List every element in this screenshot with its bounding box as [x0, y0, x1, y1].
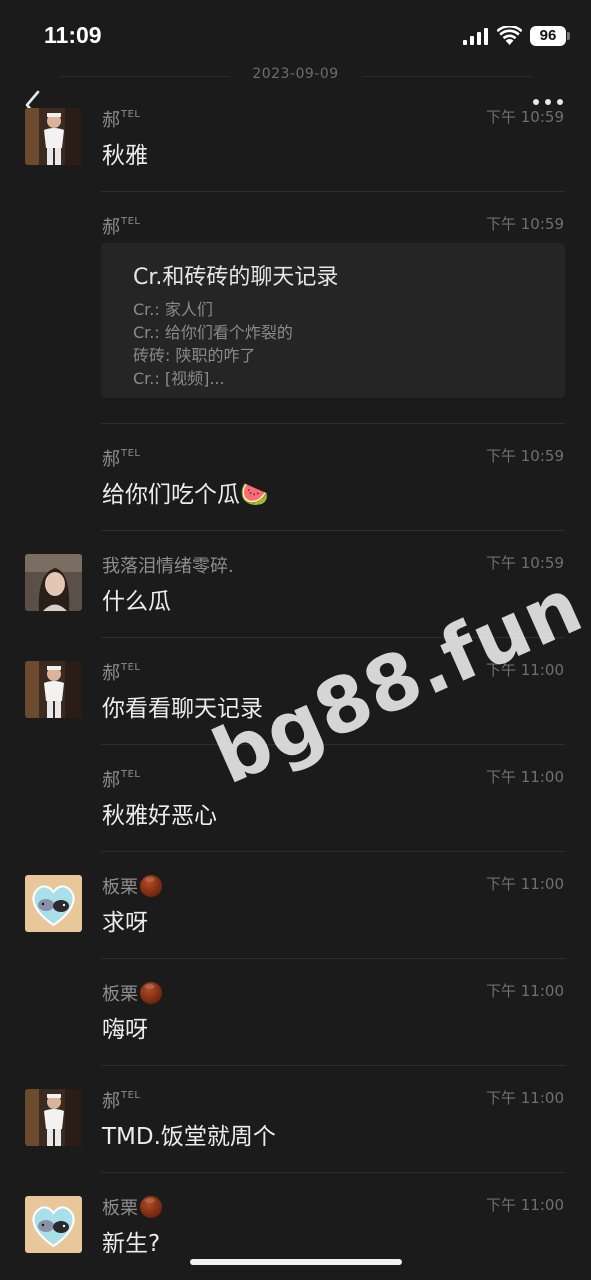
divider: [101, 958, 565, 959]
cellular-signal-icon: [463, 28, 488, 45]
battery-cap: [567, 32, 570, 40]
chat-record-line: Cr.: [视频]...: [133, 369, 225, 388]
sender-name: 郝TEL: [102, 216, 141, 238]
divider: [101, 851, 565, 852]
divider: [101, 530, 565, 531]
avatar[interactable]: [25, 661, 82, 718]
message-text: 什么瓜: [102, 589, 171, 615]
home-indicator[interactable]: [190, 1259, 402, 1265]
date-separator: 2023-09-09: [0, 66, 591, 86]
sender-name: 郝TEL: [102, 662, 141, 684]
message-text: 求呀: [102, 910, 148, 936]
chestnut-icon: [140, 982, 162, 1004]
avatar[interactable]: [25, 108, 82, 165]
avatar[interactable]: [25, 1196, 82, 1253]
wifi-icon: [497, 26, 522, 45]
status-bar: 11:09 96: [0, 0, 591, 70]
message-time: 下午 10:59: [486, 447, 564, 465]
chat-record-card[interactable]: Cr.和砖砖的聊天记录 Cr.: 家人们 Cr.: 给你们看个炸裂的 砖砖: 陕…: [101, 243, 565, 398]
message-time: 下午 11:00: [486, 768, 564, 786]
message-text: 给你们吃个瓜🍉: [102, 482, 269, 508]
sender-tag: TEL: [121, 109, 141, 120]
chat-record-line: Cr.: 家人们: [133, 300, 213, 319]
sender-name: 郝TEL: [102, 769, 141, 791]
divider: [101, 423, 565, 424]
message-time: 下午 11:00: [486, 1089, 564, 1107]
chestnut-icon: [140, 875, 162, 897]
sender-tag: TEL: [121, 448, 141, 459]
message-time: 下午 10:59: [486, 108, 564, 126]
sender-name: 板栗: [102, 873, 162, 899]
chat-record-title: Cr.和砖砖的聊天记录: [133, 265, 339, 290]
sender-name: 郝TEL: [102, 1090, 141, 1112]
message-text: 嗨呀: [102, 1017, 148, 1043]
chat-record-line: 砖砖: 陕职的咋了: [133, 346, 256, 365]
status-time: 11:09: [44, 22, 102, 48]
sender-name: 郝TEL: [102, 109, 141, 131]
message-text: 秋雅好恶心: [102, 803, 217, 829]
chat-record-line: Cr.: 给你们看个炸裂的: [133, 323, 293, 342]
sender-name: 郝TEL: [102, 448, 141, 470]
sender-tag: TEL: [121, 769, 141, 780]
avatar[interactable]: [25, 554, 82, 611]
avatar[interactable]: [25, 875, 82, 932]
sender-tag: TEL: [121, 1090, 141, 1101]
message-text: 新生?: [102, 1231, 161, 1257]
chestnut-icon: [140, 1196, 162, 1218]
sender-tag: TEL: [121, 662, 141, 673]
message-time: 下午 11:00: [486, 982, 564, 1000]
avatar[interactable]: [25, 1089, 82, 1146]
message-text: TMD.饭堂就周个: [102, 1124, 276, 1150]
battery-level: 96: [530, 26, 566, 46]
sender-name: 板栗: [102, 980, 162, 1006]
sender-name: 板栗: [102, 1194, 162, 1220]
divider: [101, 1172, 565, 1173]
message-time: 下午 11:00: [486, 875, 564, 893]
date-separator-label: 2023-09-09: [252, 66, 339, 82]
divider: [101, 1065, 565, 1066]
divider: [101, 191, 565, 192]
message-time: 下午 11:00: [486, 1196, 564, 1214]
sender-tag: TEL: [121, 216, 141, 227]
message-text: 秋雅: [102, 143, 148, 169]
sender-name: 我落泪情绪零碎.: [102, 556, 234, 577]
message-time: 下午 10:59: [486, 215, 564, 233]
